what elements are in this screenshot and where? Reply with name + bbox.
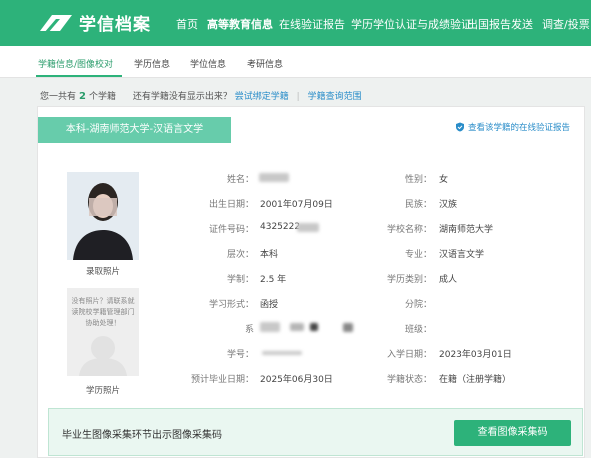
enrollment-ribbon: 本科-湖南师范大学-汉语言文学 <box>38 117 231 143</box>
nav-higher-education[interactable]: 高等教育信息 <box>207 16 273 32</box>
nav-survey[interactable]: 调查/投票 <box>542 16 590 32</box>
id-redacted <box>297 223 319 232</box>
dob-value: 2001年07月09日 <box>260 200 333 210</box>
level-value: 本科 <box>260 250 279 260</box>
tab-enrollment[interactable]: 学籍信息/图像校对 <box>38 57 113 70</box>
mode-value: 函授 <box>260 300 279 310</box>
admission-photo <box>67 172 139 260</box>
duration-value: 2.5 年 <box>260 275 287 285</box>
dept-redacted-4 <box>343 323 353 332</box>
tab-postgrad[interactable]: 考研信息 <box>247 57 283 70</box>
query-scope-link[interactable]: 学籍查询范围 <box>308 92 362 102</box>
image-collection-hint: 毕业生图像采集环节出示图像采集码 <box>62 430 222 441</box>
logo-text: 学信档案 <box>79 15 151 35</box>
admission-photo-label: 录取照片 <box>85 267 120 277</box>
gender-label: 性别： <box>404 175 432 185</box>
enroll-label: 入学日期： <box>386 350 432 360</box>
status-label: 学籍状态： <box>386 375 432 385</box>
enrollment-card: 本科-湖南师范大学-汉语言文学 查看该学籍的在线验证报告 录取照片 没有照片？请… <box>37 106 585 458</box>
grad-value: 2025年06月30日 <box>260 375 333 385</box>
id-label: 证件号码： <box>208 225 254 235</box>
verify-report-text: 查看该学籍的在线验证报告 <box>467 123 570 133</box>
summary-prefix: 您一共有 <box>40 92 77 102</box>
name-label: 姓名： <box>226 175 254 185</box>
verify-report-link[interactable]: 查看该学籍的在线验证报告 <box>455 121 570 133</box>
view-collection-code-button[interactable]: 查看图像采集码 <box>454 420 571 446</box>
graduation-photo-placeholder: 没有照片？请联系就读院校学籍管理部门协助处理！ <box>67 288 139 376</box>
tab-degree[interactable]: 学位信息 <box>190 57 226 70</box>
dept-redacted-2 <box>290 323 304 331</box>
category-value: 成人 <box>439 275 458 285</box>
nav-overseas-report[interactable]: 出国报告发送 <box>467 16 533 32</box>
nav-degree-auth[interactable]: 学历学位认证与成绩验证 <box>351 16 472 32</box>
nav-home[interactable]: 首页 <box>176 16 198 32</box>
major-label: 专业： <box>404 250 432 260</box>
ethnicity-label: 民族： <box>404 200 432 210</box>
name-redacted <box>259 173 289 182</box>
dob-label: 出生日期： <box>208 200 254 210</box>
avatar-silhouette-icon <box>79 336 127 376</box>
shield-icon <box>455 122 464 132</box>
summary-question: 还有学籍没有显示出来？ <box>132 92 232 102</box>
logo-book-icon <box>40 14 72 33</box>
grad-label: 预计毕业日期： <box>190 375 254 385</box>
active-tab-underline <box>36 75 122 77</box>
dept-redacted-1 <box>260 322 280 332</box>
record-count: 2 <box>79 91 86 102</box>
image-collection-bar: 毕业生图像采集环节出示图像采集码 查看图像采集码 <box>48 408 583 456</box>
class-label: 班级： <box>404 325 432 335</box>
dept-redacted-3 <box>310 323 318 331</box>
dept-label: 系 <box>244 325 254 335</box>
major-value: 汉语言文学 <box>439 250 485 260</box>
record-summary: 您一共有 2 个学籍 还有学籍没有显示出来？ 尝试绑定学籍 | 学籍查询范围 <box>40 89 362 102</box>
student-no-redacted <box>262 351 302 355</box>
student-no-label: 学号： <box>226 350 254 360</box>
gender-value: 女 <box>439 175 449 185</box>
enroll-value: 2023年03月01日 <box>439 350 512 360</box>
sub-nav: 学籍信息/图像校对 学历信息 学位信息 考研信息 <box>0 46 591 78</box>
summary-suffix: 个学籍 <box>88 92 116 102</box>
school-value: 湖南师范大学 <box>439 225 494 235</box>
duration-label: 学制： <box>226 275 254 285</box>
school-label: 学校名称： <box>386 225 432 235</box>
branch-label: 分院： <box>404 300 432 310</box>
bind-record-link[interactable]: 尝试绑定学籍 <box>235 92 289 102</box>
graduation-photo-label: 学历照片 <box>85 386 120 396</box>
status-value: 在籍（注册学籍） <box>439 375 512 385</box>
nav-online-verify[interactable]: 在线验证报告 <box>279 16 345 32</box>
category-label: 学历类别： <box>386 275 432 285</box>
ethnicity-value: 汉族 <box>439 200 458 210</box>
mode-label: 学习形式： <box>208 300 254 310</box>
top-nav: 学信档案 首页 高等教育信息 在线验证报告 学历学位认证与成绩验证 出国报告发送… <box>0 0 591 46</box>
level-label: 层次： <box>226 250 254 260</box>
logo[interactable]: 学信档案 <box>38 10 151 35</box>
id-value: 4325222 <box>260 222 301 232</box>
summary-separator: | <box>296 92 300 102</box>
tab-education[interactable]: 学历信息 <box>134 57 170 70</box>
